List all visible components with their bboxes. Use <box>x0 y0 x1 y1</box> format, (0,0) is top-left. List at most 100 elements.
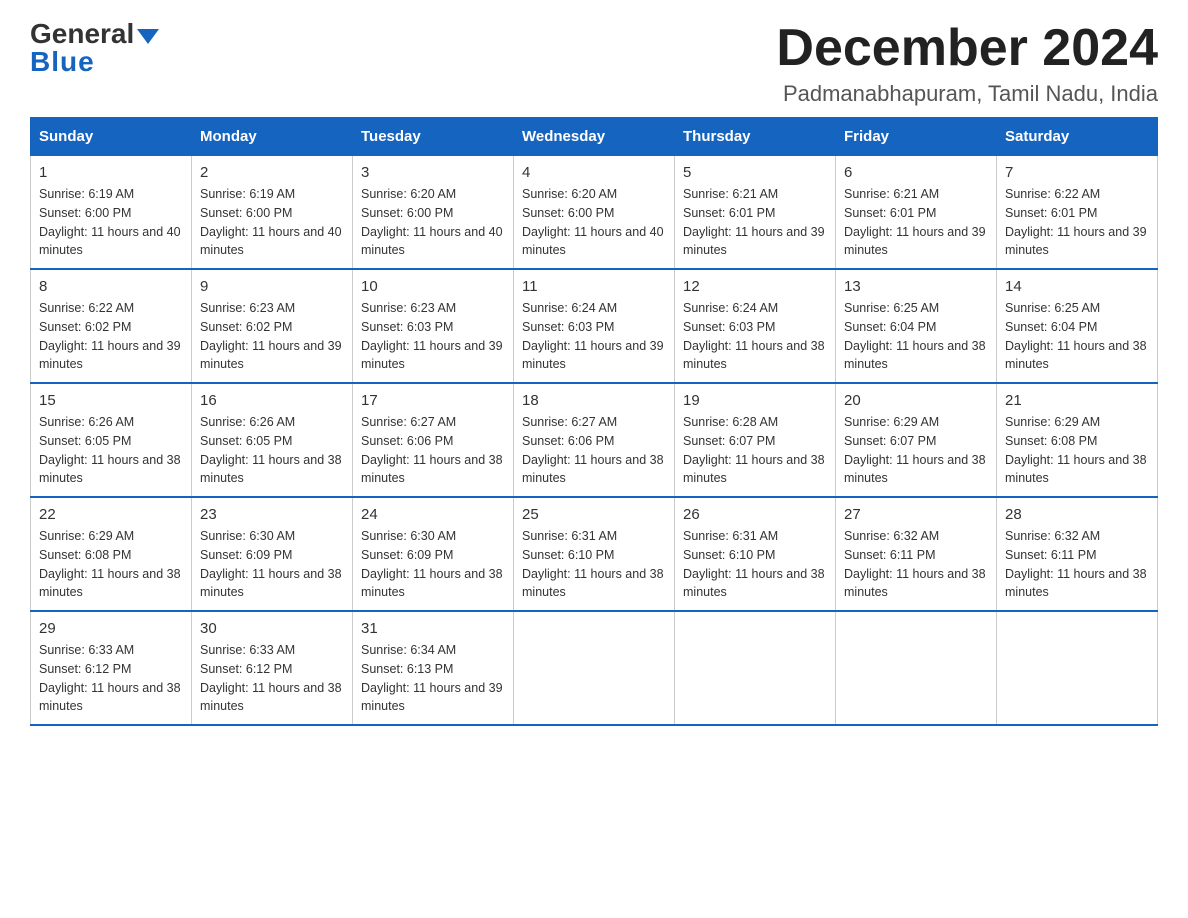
calendar-table: SundayMondayTuesdayWednesdayThursdayFrid… <box>30 117 1158 726</box>
day-number: 9 <box>200 278 344 295</box>
header-sunday: Sunday <box>31 118 192 156</box>
day-info: Sunrise: 6:31 AM Sunset: 6:10 PM Dayligh… <box>522 527 666 602</box>
day-info: Sunrise: 6:24 AM Sunset: 6:03 PM Dayligh… <box>683 299 827 374</box>
day-info: Sunrise: 6:30 AM Sunset: 6:09 PM Dayligh… <box>200 527 344 602</box>
day-number: 6 <box>844 164 988 181</box>
calendar-week-row: 15 Sunrise: 6:26 AM Sunset: 6:05 PM Dayl… <box>31 383 1158 497</box>
day-info: Sunrise: 6:25 AM Sunset: 6:04 PM Dayligh… <box>844 299 988 374</box>
calendar-cell <box>836 611 997 725</box>
calendar-cell: 24 Sunrise: 6:30 AM Sunset: 6:09 PM Dayl… <box>353 497 514 611</box>
day-info: Sunrise: 6:19 AM Sunset: 6:00 PM Dayligh… <box>200 185 344 260</box>
day-number: 24 <box>361 506 505 523</box>
calendar-cell: 14 Sunrise: 6:25 AM Sunset: 6:04 PM Dayl… <box>997 269 1158 383</box>
day-info: Sunrise: 6:28 AM Sunset: 6:07 PM Dayligh… <box>683 413 827 488</box>
logo-text-general: General <box>30 20 134 48</box>
day-info: Sunrise: 6:24 AM Sunset: 6:03 PM Dayligh… <box>522 299 666 374</box>
day-number: 29 <box>39 620 183 637</box>
day-info: Sunrise: 6:20 AM Sunset: 6:00 PM Dayligh… <box>522 185 666 260</box>
day-number: 1 <box>39 164 183 181</box>
day-info: Sunrise: 6:32 AM Sunset: 6:11 PM Dayligh… <box>1005 527 1149 602</box>
day-number: 18 <box>522 392 666 409</box>
day-number: 25 <box>522 506 666 523</box>
calendar-cell: 1 Sunrise: 6:19 AM Sunset: 6:00 PM Dayli… <box>31 156 192 270</box>
day-info: Sunrise: 6:32 AM Sunset: 6:11 PM Dayligh… <box>844 527 988 602</box>
day-number: 22 <box>39 506 183 523</box>
day-number: 5 <box>683 164 827 181</box>
day-number: 21 <box>1005 392 1149 409</box>
day-info: Sunrise: 6:23 AM Sunset: 6:02 PM Dayligh… <box>200 299 344 374</box>
header-wednesday: Wednesday <box>514 118 675 156</box>
day-info: Sunrise: 6:29 AM Sunset: 6:08 PM Dayligh… <box>1005 413 1149 488</box>
calendar-cell: 5 Sunrise: 6:21 AM Sunset: 6:01 PM Dayli… <box>675 156 836 270</box>
day-number: 3 <box>361 164 505 181</box>
calendar-cell <box>997 611 1158 725</box>
calendar-cell: 6 Sunrise: 6:21 AM Sunset: 6:01 PM Dayli… <box>836 156 997 270</box>
day-number: 15 <box>39 392 183 409</box>
header-friday: Friday <box>836 118 997 156</box>
day-number: 7 <box>1005 164 1149 181</box>
calendar-cell: 12 Sunrise: 6:24 AM Sunset: 6:03 PM Dayl… <box>675 269 836 383</box>
day-info: Sunrise: 6:21 AM Sunset: 6:01 PM Dayligh… <box>844 185 988 260</box>
calendar-cell: 16 Sunrise: 6:26 AM Sunset: 6:05 PM Dayl… <box>192 383 353 497</box>
calendar-cell: 9 Sunrise: 6:23 AM Sunset: 6:02 PM Dayli… <box>192 269 353 383</box>
day-number: 14 <box>1005 278 1149 295</box>
header-thursday: Thursday <box>675 118 836 156</box>
day-info: Sunrise: 6:30 AM Sunset: 6:09 PM Dayligh… <box>361 527 505 602</box>
calendar-cell: 29 Sunrise: 6:33 AM Sunset: 6:12 PM Dayl… <box>31 611 192 725</box>
day-number: 27 <box>844 506 988 523</box>
calendar-cell <box>675 611 836 725</box>
calendar-cell: 30 Sunrise: 6:33 AM Sunset: 6:12 PM Dayl… <box>192 611 353 725</box>
calendar-cell: 23 Sunrise: 6:30 AM Sunset: 6:09 PM Dayl… <box>192 497 353 611</box>
day-info: Sunrise: 6:23 AM Sunset: 6:03 PM Dayligh… <box>361 299 505 374</box>
day-number: 10 <box>361 278 505 295</box>
logo-general-text: General <box>30 20 159 48</box>
calendar-cell: 19 Sunrise: 6:28 AM Sunset: 6:07 PM Dayl… <box>675 383 836 497</box>
day-number: 19 <box>683 392 827 409</box>
day-info: Sunrise: 6:20 AM Sunset: 6:00 PM Dayligh… <box>361 185 505 260</box>
calendar-cell: 20 Sunrise: 6:29 AM Sunset: 6:07 PM Dayl… <box>836 383 997 497</box>
day-number: 12 <box>683 278 827 295</box>
day-info: Sunrise: 6:22 AM Sunset: 6:02 PM Dayligh… <box>39 299 183 374</box>
logo-blue-text: Blue <box>30 48 95 76</box>
day-info: Sunrise: 6:29 AM Sunset: 6:08 PM Dayligh… <box>39 527 183 602</box>
day-info: Sunrise: 6:29 AM Sunset: 6:07 PM Dayligh… <box>844 413 988 488</box>
day-info: Sunrise: 6:33 AM Sunset: 6:12 PM Dayligh… <box>39 641 183 716</box>
page-header: General Blue December 2024 Padmanabhapur… <box>30 20 1158 107</box>
day-number: 31 <box>361 620 505 637</box>
day-info: Sunrise: 6:34 AM Sunset: 6:13 PM Dayligh… <box>361 641 505 716</box>
calendar-cell: 31 Sunrise: 6:34 AM Sunset: 6:13 PM Dayl… <box>353 611 514 725</box>
title-section: December 2024 Padmanabhapuram, Tamil Nad… <box>776 20 1158 107</box>
day-info: Sunrise: 6:25 AM Sunset: 6:04 PM Dayligh… <box>1005 299 1149 374</box>
day-info: Sunrise: 6:33 AM Sunset: 6:12 PM Dayligh… <box>200 641 344 716</box>
calendar-week-row: 8 Sunrise: 6:22 AM Sunset: 6:02 PM Dayli… <box>31 269 1158 383</box>
page-subtitle: Padmanabhapuram, Tamil Nadu, India <box>776 81 1158 107</box>
calendar-cell: 21 Sunrise: 6:29 AM Sunset: 6:08 PM Dayl… <box>997 383 1158 497</box>
day-info: Sunrise: 6:21 AM Sunset: 6:01 PM Dayligh… <box>683 185 827 260</box>
day-number: 20 <box>844 392 988 409</box>
calendar-cell: 22 Sunrise: 6:29 AM Sunset: 6:08 PM Dayl… <box>31 497 192 611</box>
calendar-cell: 2 Sunrise: 6:19 AM Sunset: 6:00 PM Dayli… <box>192 156 353 270</box>
calendar-cell: 13 Sunrise: 6:25 AM Sunset: 6:04 PM Dayl… <box>836 269 997 383</box>
day-info: Sunrise: 6:27 AM Sunset: 6:06 PM Dayligh… <box>522 413 666 488</box>
day-info: Sunrise: 6:27 AM Sunset: 6:06 PM Dayligh… <box>361 413 505 488</box>
day-info: Sunrise: 6:31 AM Sunset: 6:10 PM Dayligh… <box>683 527 827 602</box>
calendar-header-row: SundayMondayTuesdayWednesdayThursdayFrid… <box>31 118 1158 156</box>
calendar-cell: 11 Sunrise: 6:24 AM Sunset: 6:03 PM Dayl… <box>514 269 675 383</box>
header-saturday: Saturday <box>997 118 1158 156</box>
calendar-cell: 4 Sunrise: 6:20 AM Sunset: 6:00 PM Dayli… <box>514 156 675 270</box>
day-number: 23 <box>200 506 344 523</box>
calendar-cell: 26 Sunrise: 6:31 AM Sunset: 6:10 PM Dayl… <box>675 497 836 611</box>
page-title: December 2024 <box>776 20 1158 77</box>
day-number: 16 <box>200 392 344 409</box>
calendar-cell: 18 Sunrise: 6:27 AM Sunset: 6:06 PM Dayl… <box>514 383 675 497</box>
calendar-week-row: 22 Sunrise: 6:29 AM Sunset: 6:08 PM Dayl… <box>31 497 1158 611</box>
day-number: 26 <box>683 506 827 523</box>
header-monday: Monday <box>192 118 353 156</box>
calendar-cell: 3 Sunrise: 6:20 AM Sunset: 6:00 PM Dayli… <box>353 156 514 270</box>
calendar-cell: 28 Sunrise: 6:32 AM Sunset: 6:11 PM Dayl… <box>997 497 1158 611</box>
day-info: Sunrise: 6:22 AM Sunset: 6:01 PM Dayligh… <box>1005 185 1149 260</box>
day-info: Sunrise: 6:19 AM Sunset: 6:00 PM Dayligh… <box>39 185 183 260</box>
day-number: 8 <box>39 278 183 295</box>
calendar-cell: 15 Sunrise: 6:26 AM Sunset: 6:05 PM Dayl… <box>31 383 192 497</box>
header-tuesday: Tuesday <box>353 118 514 156</box>
